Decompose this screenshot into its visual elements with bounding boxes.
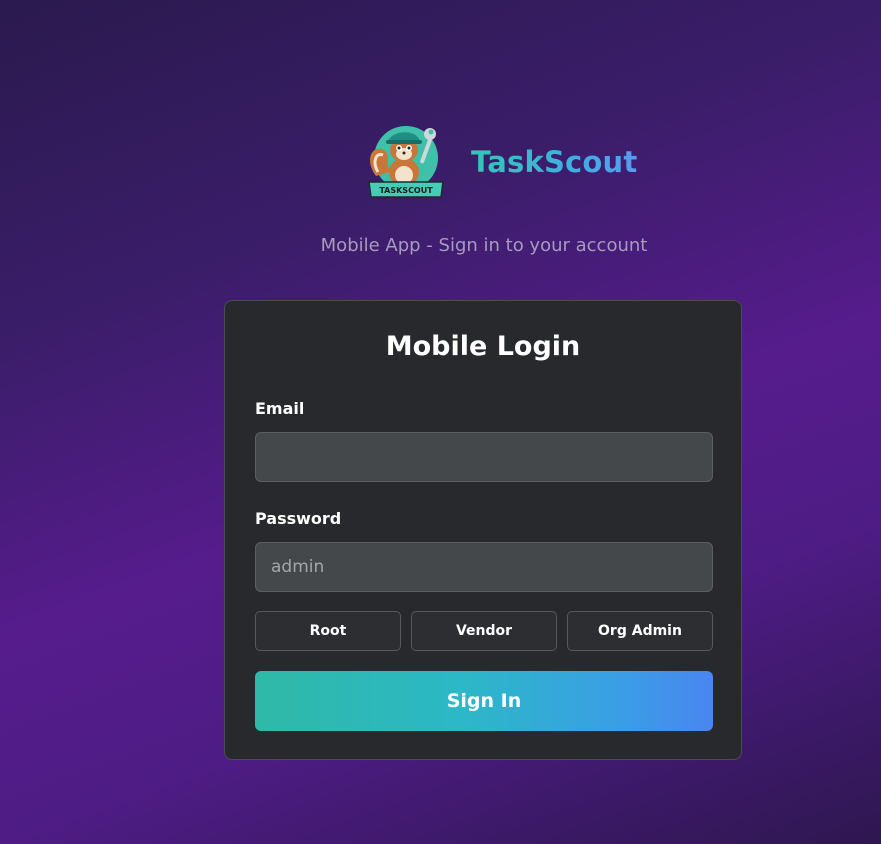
squirrel-mascot-icon: TASKSCOUT bbox=[368, 126, 444, 198]
sign-in-button[interactable]: Sign In bbox=[255, 671, 713, 731]
password-label: Password bbox=[255, 509, 342, 528]
login-card: Mobile Login Email Password Root Vendor … bbox=[224, 300, 742, 760]
quick-login-row: Root Vendor Org Admin bbox=[255, 611, 713, 651]
login-title: Mobile Login bbox=[385, 331, 581, 362]
email-field[interactable] bbox=[255, 432, 713, 482]
page-subtitle: Mobile App - Sign in to your account bbox=[320, 235, 648, 256]
quick-login-org-admin-button[interactable]: Org Admin bbox=[567, 611, 713, 651]
brand-title: TaskScout bbox=[471, 140, 637, 184]
password-field[interactable] bbox=[255, 542, 713, 592]
brand-logo: TASKSCOUT bbox=[364, 120, 448, 202]
email-label: Email bbox=[255, 399, 305, 418]
quick-login-root-button[interactable]: Root bbox=[255, 611, 401, 651]
logo-text: TASKSCOUT bbox=[379, 186, 433, 195]
quick-login-vendor-button[interactable]: Vendor bbox=[411, 611, 557, 651]
